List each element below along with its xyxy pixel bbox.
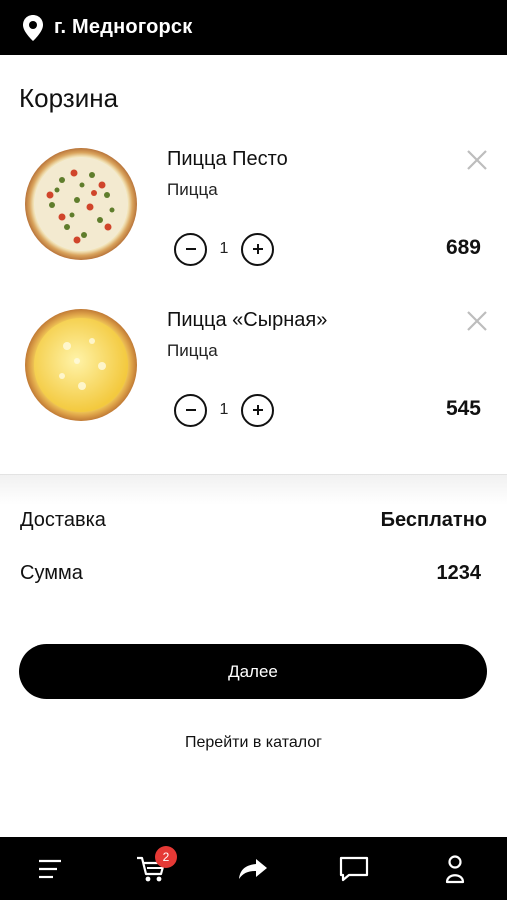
nav-share[interactable]: [223, 837, 283, 900]
menu-icon: [39, 859, 61, 878]
quantity-value: 1: [219, 401, 229, 418]
item-price: 689: [445, 236, 481, 259]
item-name: Пицца «Сырная»: [167, 309, 328, 331]
section-divider: [0, 475, 507, 505]
cart-count-badge: 2: [155, 846, 177, 868]
next-button[interactable]: Далее: [19, 644, 487, 699]
sum-row: Сумма 1234: [20, 562, 487, 585]
increase-button[interactable]: [241, 232, 274, 266]
top-bar: г. Медногорск: [0, 0, 507, 55]
nav-chat[interactable]: [324, 837, 384, 900]
minus-icon: [185, 409, 196, 411]
item-price: 545: [445, 397, 481, 420]
decrease-button[interactable]: [174, 393, 207, 427]
close-icon: [467, 311, 487, 331]
nav-profile[interactable]: [425, 837, 485, 900]
quantity-value: 1: [219, 240, 229, 257]
page-title: Корзина: [19, 83, 119, 113]
cart-section: Корзина Пицца Песто Пицца 1 689 Пицца «С…: [0, 55, 507, 475]
nav-cart[interactable]: 2: [121, 837, 181, 900]
quantity-stepper: 1: [174, 393, 274, 427]
increase-button[interactable]: [241, 393, 274, 427]
item-name: Пицца Песто: [167, 148, 288, 170]
sum-label: Сумма: [20, 562, 83, 584]
item-category: Пицца: [167, 341, 218, 360]
quantity-stepper: 1: [174, 232, 274, 266]
plus-icon: [252, 405, 263, 415]
remove-item-button[interactable]: [464, 147, 490, 173]
cart-item: Пицца «Сырная» Пицца 1 545: [0, 301, 507, 441]
pizza-pesto-image: [22, 145, 140, 263]
decrease-button[interactable]: [174, 232, 207, 266]
cart-item: Пицца Песто Пицца 1 689: [0, 140, 507, 280]
nav-menu[interactable]: [20, 837, 80, 900]
share-icon: [239, 858, 267, 879]
chat-icon: [339, 856, 369, 881]
city-selector[interactable]: г. Медногорск: [54, 16, 192, 39]
pizza-cheese-image: [22, 306, 140, 424]
item-category: Пицца: [167, 180, 218, 199]
close-icon: [467, 150, 487, 170]
bottom-nav: 2: [0, 837, 507, 900]
plus-icon: [252, 244, 263, 254]
map-pin-icon[interactable]: [22, 14, 44, 41]
go-to-catalog-link[interactable]: Перейти в каталог: [0, 734, 507, 752]
profile-icon: [445, 854, 465, 883]
minus-icon: [185, 248, 196, 250]
delivery-label: Доставка: [20, 509, 106, 531]
delivery-value: Бесплатно: [380, 509, 487, 531]
sum-value: 1234: [436, 562, 482, 584]
remove-item-button[interactable]: [464, 308, 490, 334]
delivery-row: Доставка Бесплатно: [20, 509, 487, 532]
